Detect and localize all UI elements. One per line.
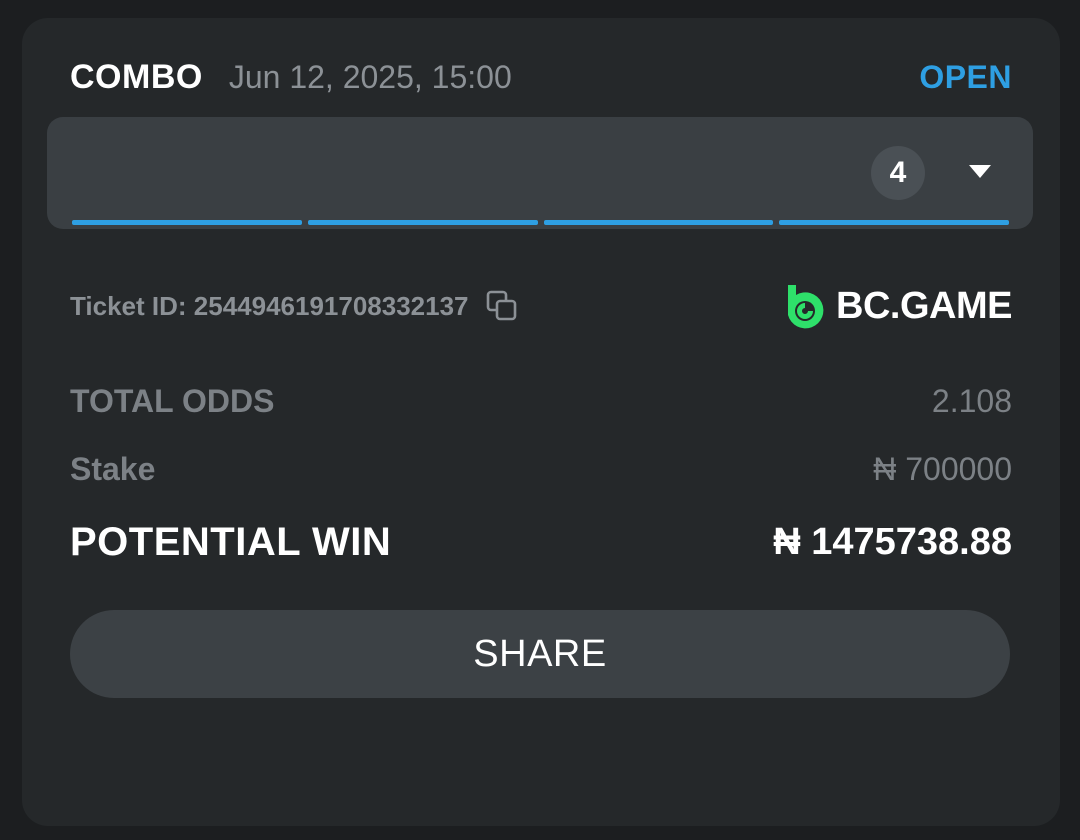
bc-game-logo-icon (788, 285, 824, 329)
potential-win-label: POTENTIAL WIN (70, 519, 392, 564)
total-odds-label: TOTAL ODDS (70, 382, 275, 419)
legs-expander[interactable]: 4 (47, 117, 1033, 229)
brand-name: BC.GAME (836, 284, 1012, 327)
ticket-id: Ticket ID: 2544946191708332137 (70, 290, 469, 321)
ticket-row: Ticket ID: 2544946191708332137 BC.GAME (70, 276, 1012, 336)
chevron-down-icon[interactable] (969, 165, 991, 178)
progress-segment (779, 220, 1009, 225)
progress-segment (307, 220, 538, 225)
potential-win-value: ₦ 1475738.88 (773, 520, 1012, 563)
progress-segment (543, 220, 774, 225)
bet-card: COMBO Jun 12, 2025, 15:00 OPEN 4 Ticket … (22, 18, 1060, 826)
bet-header: COMBO Jun 12, 2025, 15:00 OPEN (70, 52, 1012, 102)
status-badge: OPEN (919, 58, 1012, 95)
bet-type: COMBO (70, 57, 203, 96)
bet-date: Jun 12, 2025, 15:00 (228, 58, 512, 95)
total-odds-value: 2.108 (931, 382, 1012, 419)
legs-count-badge: 4 (871, 146, 925, 200)
total-odds-row: TOTAL ODDS 2.108 (70, 376, 1012, 426)
stake-value: ₦ 700000 (873, 450, 1012, 487)
stake-row: Stake ₦ 700000 (70, 444, 1012, 494)
legs-progress (72, 220, 1009, 225)
progress-segment (72, 220, 302, 225)
brand-logo: BC.GAME (782, 281, 1012, 331)
share-button[interactable]: SHARE (70, 610, 1010, 698)
copy-icon[interactable] (485, 289, 519, 323)
potential-win-row: POTENTIAL WIN ₦ 1475738.88 (70, 512, 1012, 572)
stake-label: Stake (70, 450, 156, 487)
